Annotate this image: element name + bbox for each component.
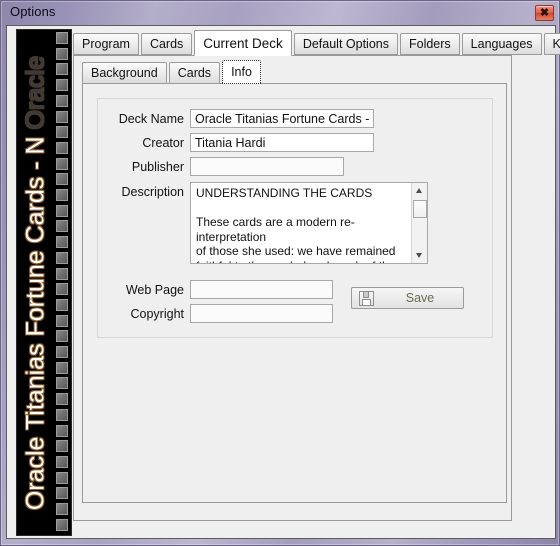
current-deck-tab-strip: Background Cards Info [82,60,263,85]
film-strip-square [56,47,68,60]
info-tab-content-panel: Deck Name Creator Publisher Description [82,83,507,503]
close-icon: ✖ [539,7,550,19]
window-title: Options [10,4,56,19]
tab-label: Background [91,66,158,80]
tab-label: Default Options [302,37,389,51]
film-strip-square [56,424,68,437]
film-strip-square [56,330,68,343]
deck-info-form: Deck Name Creator Publisher Description [97,98,493,338]
close-button[interactable]: ✖ [535,5,554,21]
film-strip-square [56,189,68,201]
current-deck-tab-control: Background Cards Info Deck Name Creator Pu… [82,60,507,514]
save-button-label: Save [405,291,435,305]
film-strip-decoration [55,30,68,535]
film-strip-square [56,283,68,296]
copyright-input[interactable] [190,304,333,323]
film-strip-square [56,487,68,500]
title-bar[interactable]: Options ✖ [1,1,560,25]
film-strip-square [56,251,68,264]
deck-banner: Oracle Titanias Fortune Cards - N Oracle [16,29,72,536]
tab-label: Info [231,65,252,79]
film-strip-square [56,455,68,468]
scrollbar-thumb[interactable] [413,200,427,218]
tab-folders[interactable]: Folders [399,33,460,55]
deck-name-input[interactable] [190,109,374,128]
deck-name-label: Deck Name [118,112,184,126]
film-strip-square [56,63,68,76]
film-strip-square [56,440,68,453]
subtab-info[interactable]: Info [222,60,261,84]
scroll-up-arrow-icon[interactable] [412,183,427,198]
description-textarea[interactable]: UNDERSTANDING THE CARDS These cards are … [190,182,428,264]
deck-banner-text-faded: Oracle [21,55,50,136]
film-strip-square [56,94,68,107]
tab-label: Cards [149,37,184,51]
film-strip-square [56,503,68,515]
tab-label: Program [82,37,130,51]
publisher-input[interactable] [190,157,344,176]
scroll-down-arrow-icon[interactable] [412,248,427,263]
deck-banner-text-wrap: Oracle Titanias Fortune Cards - N Oracle [17,30,55,535]
tab-label: Folders [408,37,451,51]
web-page-label: Web Page [125,283,184,297]
floppy-disk-icon [359,291,374,306]
film-strip-square [56,173,68,186]
film-strip-square [56,79,68,92]
film-strip-square [56,204,68,217]
tab-label: Keys [552,37,560,51]
film-strip-square [56,346,68,358]
film-strip-square [56,126,68,139]
subtab-cards[interactable]: Cards [168,62,221,84]
tab-keys[interactable]: Keys [543,33,560,55]
film-strip-square [56,110,68,123]
film-strip-square [56,471,68,484]
film-strip-square [56,314,68,327]
creator-input[interactable] [190,133,374,152]
tab-label: Current Deck [203,36,283,51]
deck-banner-text: Oracle Titanias Fortune Cards - N Oracle [22,55,51,509]
description-text: UNDERSTANDING THE CARDS These cards are … [196,186,396,263]
film-strip-square [56,408,68,421]
client-area: Oracle Titanias Fortune Cards - N Oracle… [6,25,560,539]
description-label: Description [121,185,184,199]
film-strip-square [56,236,68,249]
film-strip-square [56,220,68,233]
tab-default-options[interactable]: Default Options [293,33,398,55]
film-strip-square [56,141,68,154]
creator-label: Creator [142,136,184,150]
tab-label: Languages [470,37,533,51]
tab-languages[interactable]: Languages [461,33,542,55]
subtab-background[interactable]: Background [82,62,167,84]
web-page-input[interactable] [190,280,333,299]
film-strip-square [56,267,68,280]
main-tab-strip: Program Cards Current Deck Default Options F… [73,30,560,56]
film-strip-square [56,157,68,170]
main-tab-content-panel: Background Cards Info Deck Name Creator Pu… [73,55,512,521]
film-strip-square [56,298,68,311]
copyright-label: Copyright [130,307,185,321]
description-scrollbar[interactable] [411,183,427,263]
film-strip-square [56,361,68,374]
main-tab-control: Program Cards Current Deck Default Options F… [73,30,560,533]
film-strip-square [56,518,68,531]
tab-current-deck[interactable]: Current Deck [194,30,292,56]
tab-cards[interactable]: Cards [140,33,193,55]
film-strip-square [56,32,68,44]
publisher-label: Publisher [131,160,184,174]
tab-label: Cards [177,66,212,80]
film-strip-square [56,377,68,390]
options-window: Options ✖ Oracle Titanias Fortune Cards … [0,0,560,546]
save-button[interactable]: Save [351,287,464,309]
deck-banner-text-primary: Oracle Titanias Fortune Cards - N [21,135,50,510]
film-strip-square [56,393,68,406]
tab-program[interactable]: Program [73,33,139,55]
